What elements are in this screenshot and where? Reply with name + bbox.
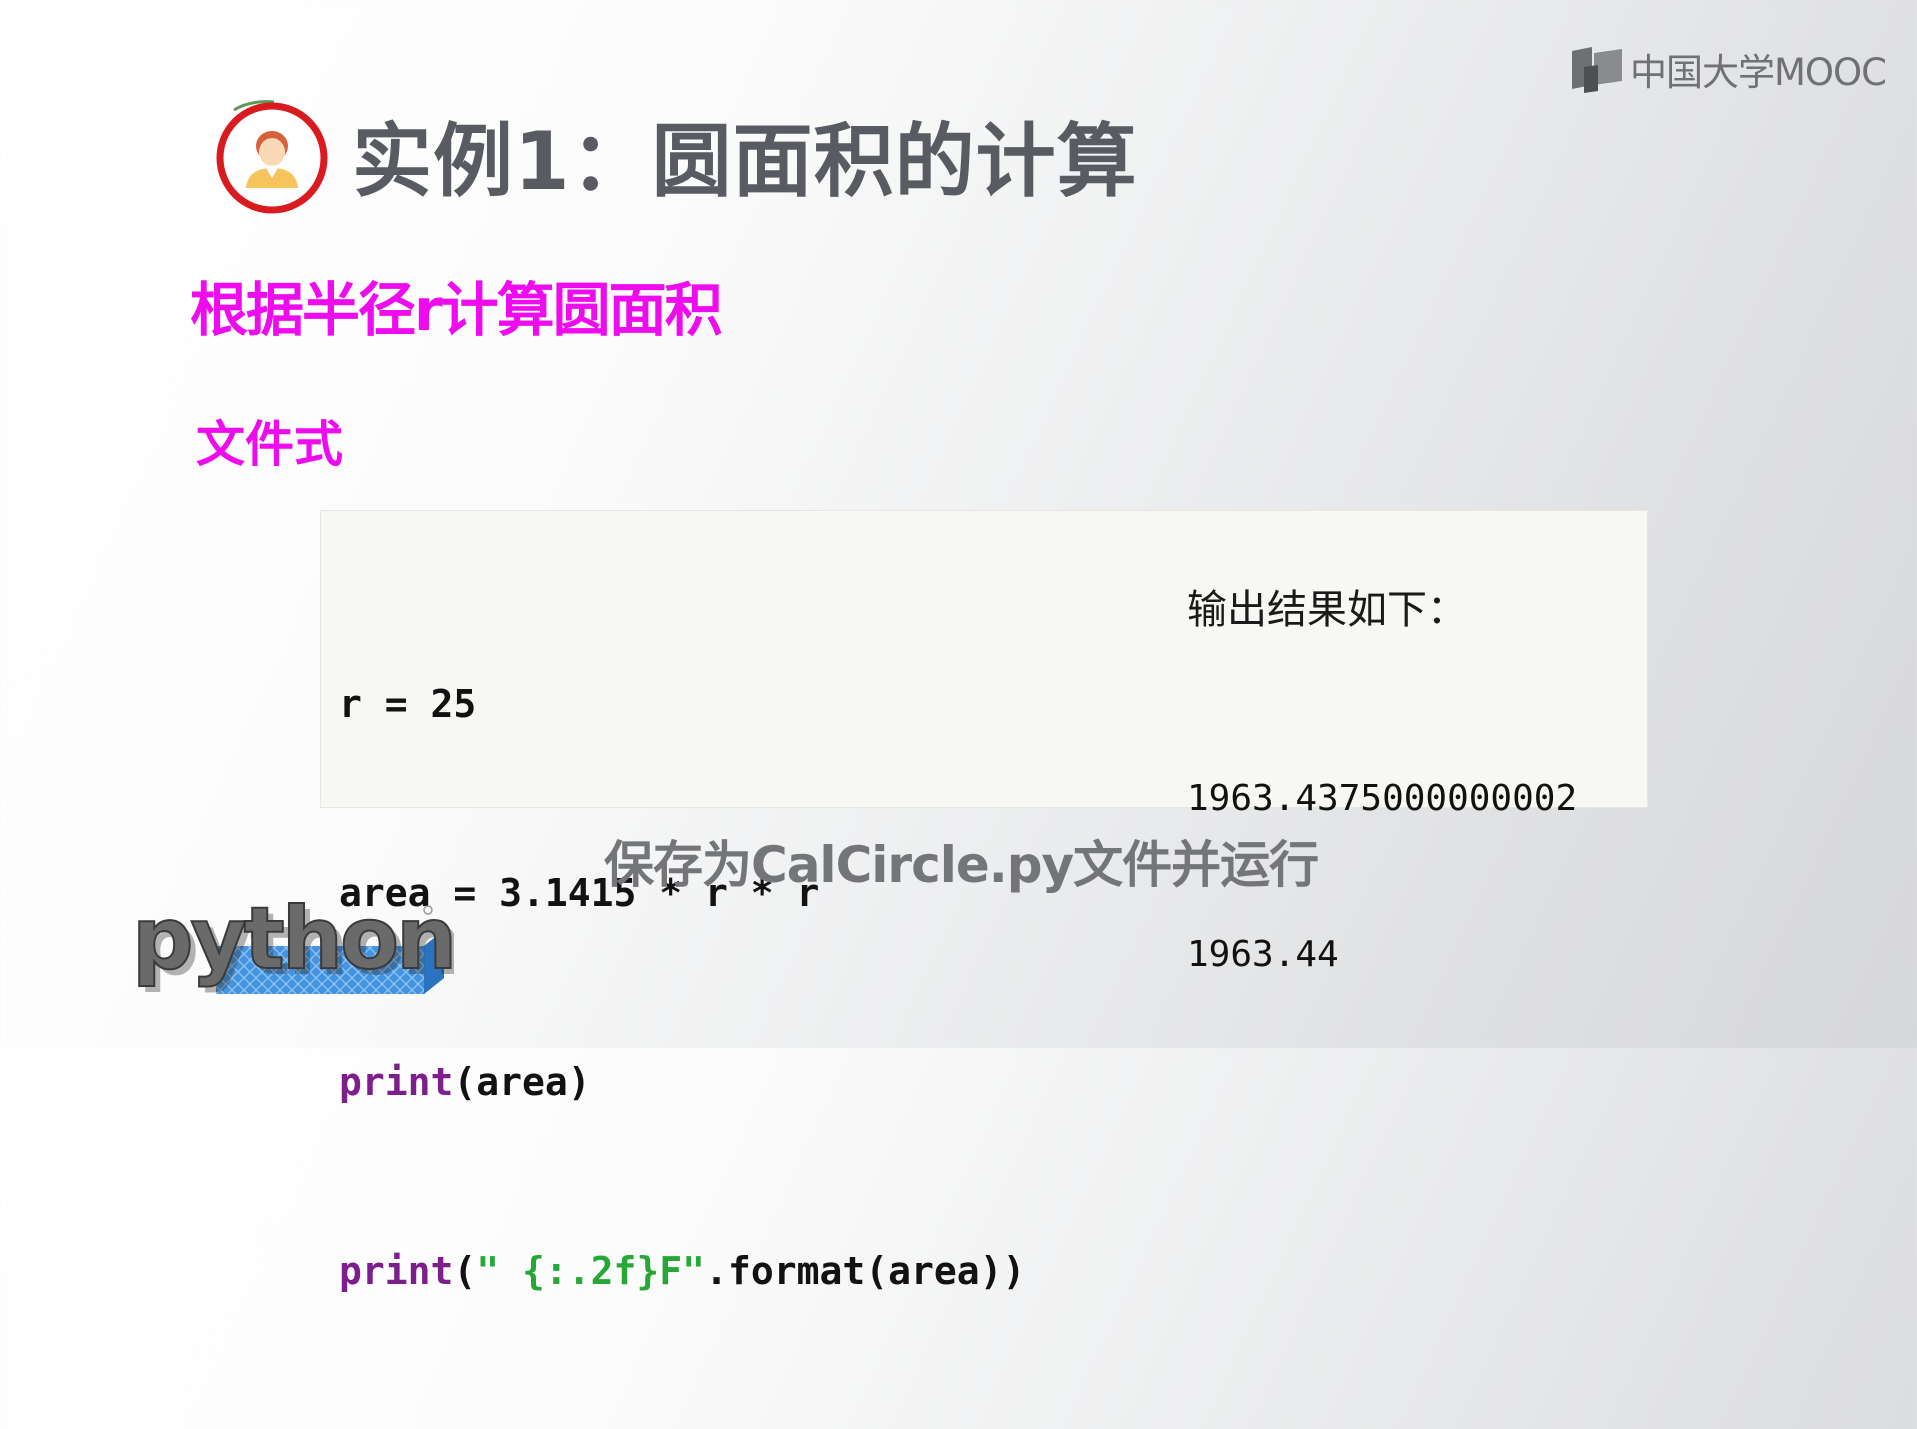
string-literal: " {:.2f}F": [476, 1249, 706, 1293]
mooc-logo-text: 中国大学MOOC: [1630, 51, 1887, 94]
subtitle: 根据半径r计算圆面积: [190, 276, 723, 344]
page-title: 实例1：圆面积的计算: [352, 115, 1138, 208]
output-line: 1963.4375000000002: [1187, 778, 1578, 819]
open-book-icon: [1572, 47, 1622, 93]
python-logo: python python: [131, 888, 454, 995]
keyword-print: print: [339, 1249, 454, 1293]
code-line: print(" {:.2f}F".format(area)): [339, 1249, 1026, 1293]
keyword-print: print: [339, 1060, 454, 1104]
code-line: r = 25: [339, 682, 477, 726]
mode-label: 文件式: [196, 416, 344, 473]
teacher-avatar-icon: [212, 96, 332, 216]
code-line: print(area): [339, 1060, 591, 1104]
output-line: 1963.44: [1187, 934, 1339, 975]
output-heading: 输出结果如下：: [1187, 587, 1467, 633]
mooc-logo: 中国大学MOOC: [1570, 44, 1887, 94]
caption: 保存为CalCircle.py文件并运行: [604, 836, 1319, 894]
code-panel: r = 25 area = 3.1415 * r * r print(area)…: [320, 510, 1648, 1293]
python-logo-text: python: [132, 889, 454, 989]
